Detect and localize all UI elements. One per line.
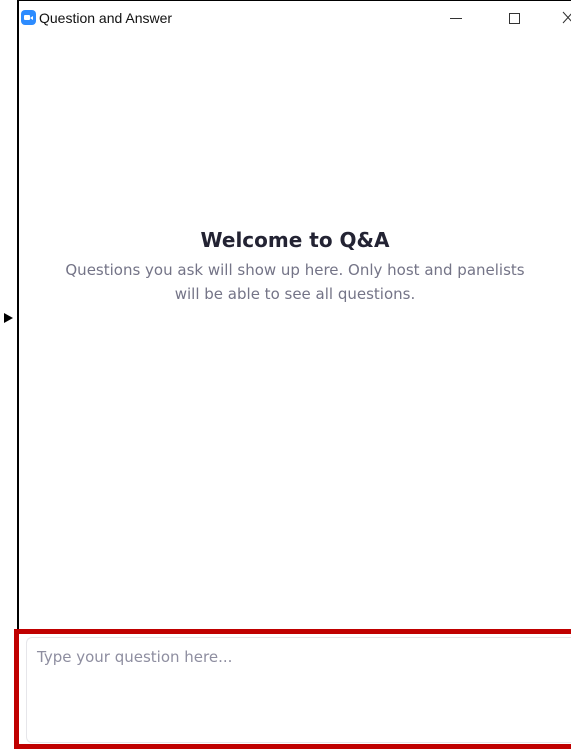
- screenshot-stage: Question and Answer Welcome to Q&A Quest…: [0, 0, 571, 749]
- pointer-arrow-icon: [4, 313, 13, 323]
- close-button[interactable]: [556, 7, 571, 29]
- minimize-button[interactable]: [442, 7, 472, 29]
- minimize-icon: [450, 18, 462, 19]
- close-icon: [562, 11, 571, 24]
- window-title: Question and Answer: [39, 10, 173, 26]
- maximize-button[interactable]: [501, 7, 531, 29]
- empty-state: Welcome to Q&A Questions you ask will sh…: [19, 227, 571, 306]
- empty-state-description: Questions you ask will show up here. Onl…: [65, 261, 525, 303]
- window-titlebar[interactable]: Question and Answer: [19, 1, 571, 33]
- maximize-icon: [509, 13, 520, 24]
- question-input[interactable]: [26, 637, 571, 743]
- zoom-camera-icon: [21, 10, 36, 25]
- empty-state-title: Welcome to Q&A: [200, 228, 390, 252]
